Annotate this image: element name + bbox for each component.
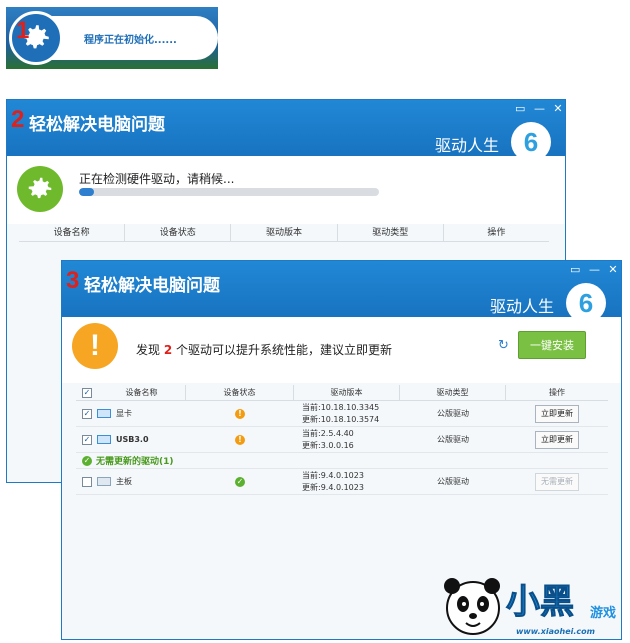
column-header: 驱动类型 [338,224,444,241]
watermark-game: 游戏 [590,606,617,621]
update-version: 更新:10.18.10.3574 [302,414,380,424]
row-checkbox[interactable] [82,476,92,487]
graphics-card-icon [97,409,111,418]
table-header: 设备名称 设备状态 驱动版本 驱动类型 操作 [19,224,549,242]
warning-icon: ! [72,323,118,369]
update-version: 更新:9.4.0.1023 [302,482,364,492]
column-header: 设备名称 [19,224,126,241]
window-title: 轻松解决电脑问题 [84,276,220,296]
column-header: 驱动版本 [294,385,400,400]
column-header: 驱动类型 [400,385,506,400]
brand-name: 驱动人生 [435,136,500,155]
no-update-section[interactable]: ✓ 无需更新的驱动(1) [76,453,608,469]
row-checkbox[interactable]: ✓ [82,408,92,419]
column-header: 操作 [487,228,506,238]
step-number: 3 [66,267,80,294]
device-name: USB3.0 [116,435,149,444]
found-message: 发现 2 个驱动可以提升系统性能，建议立即更新 [136,343,393,357]
close-icon[interactable]: ✕ [608,264,618,276]
detecting-text: 正在检测硬件驱动，请稍候... [79,172,235,186]
column-header: 设备状态 [186,385,294,400]
splash-message: 程序正在初始化...... [84,35,177,46]
install-all-button[interactable]: 一键安装 [518,331,586,359]
panda-logo-icon [444,578,500,635]
column-header: 设备状态 [125,224,232,241]
current-version: 当前:9.4.0.1023 [302,470,364,480]
site-watermark: 小黑 游戏 www.xiaohei.com [434,572,628,642]
check-icon: ✓ [82,455,92,466]
update-now-button[interactable]: 立即更新 [535,430,579,449]
table-row: 主板 ✓ 当前:9.4.0.1023 更新:9.4.0.1023 公版驱动 无需… [76,469,608,495]
driver-type: 公版驱动 [437,409,469,418]
gear-icon [17,166,63,212]
minimize-icon[interactable]: — [534,103,545,115]
close-icon[interactable]: ✕ [553,103,563,115]
current-version: 当前:2.5.4.40 [302,428,354,438]
refresh-icon[interactable]: ↻ [498,338,509,353]
table-header: ✓ 设备名称 设备状态 驱动版本 驱动类型 操作 [76,385,608,401]
watermark-url: www.xiaohei.com [516,627,595,636]
ok-status-icon: ✓ [235,476,245,487]
driver-type: 公版驱动 [437,477,469,486]
update-version: 更新:3.0.0.16 [302,440,354,450]
warning-status-icon: ! [235,434,245,445]
table-row: ✓ 显卡 ! 当前:10.18.10.3345 更新:10.18.10.3574… [76,401,608,427]
progress-fill [79,188,94,196]
device-name: 主板 [116,477,132,486]
usb-device-icon [97,435,111,444]
warning-status-icon: ! [235,408,245,419]
step-number: 1 [16,17,30,44]
column-header: 驱动版本 [231,224,338,241]
progress-bar [79,188,379,196]
select-all-checkbox[interactable]: ✓ [82,387,92,398]
row-checkbox[interactable]: ✓ [82,434,92,445]
brand-name: 驱动人生 [490,297,555,316]
section-label: 无需更新的驱动(1) [96,457,174,467]
watermark-brand: 小黑 [506,583,575,622]
window-title: 轻松解决电脑问题 [29,115,165,135]
column-header: 设备名称 [125,387,158,397]
driver-type: 公版驱动 [437,435,469,444]
no-update-button: 无需更新 [535,472,579,491]
window-controls: ▭ — ✕ [570,264,618,276]
menu-icon[interactable]: ▭ [570,264,580,276]
menu-icon[interactable]: ▭ [515,103,525,115]
device-name: 显卡 [116,409,132,418]
step-number: 2 [11,106,25,133]
update-now-button[interactable]: 立即更新 [535,404,579,423]
window-controls: ▭ — ✕ [515,103,563,115]
driver-table: ✓ 设备名称 设备状态 驱动版本 驱动类型 操作 ✓ 显卡 ! 当前:10.18… [76,385,608,495]
motherboard-icon [97,477,111,486]
minimize-icon[interactable]: — [589,264,600,276]
splash-screen: 1 程序正在初始化...... [6,7,218,69]
column-header: 操作 [549,388,565,397]
found-count: 2 [163,343,173,357]
current-version: 当前:10.18.10.3345 [302,402,380,412]
table-row: ✓ USB3.0 ! 当前:2.5.4.40 更新:3.0.0.16 公版驱动 … [76,427,608,453]
